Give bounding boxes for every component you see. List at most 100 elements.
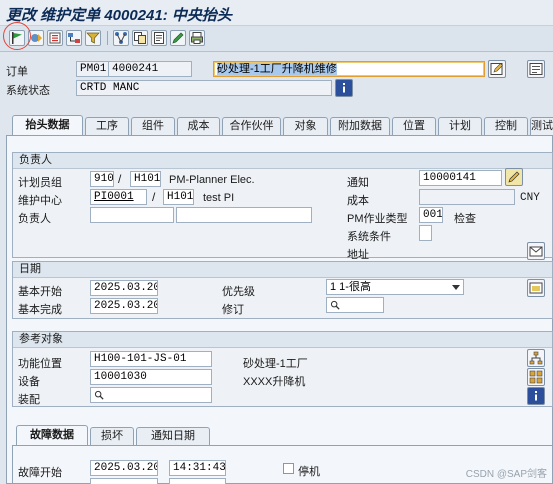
tab-damage[interactable]: 损坏 bbox=[90, 427, 134, 445]
order-label: 订单 bbox=[6, 66, 28, 78]
address-icon[interactable] bbox=[527, 242, 545, 260]
responsible-group-title: 负责人 bbox=[13, 153, 552, 169]
work-center-label: 维护中心 bbox=[18, 195, 62, 207]
tab-additional-data[interactable]: 附加数据 bbox=[330, 117, 390, 135]
cost-currency: CNY bbox=[520, 192, 540, 204]
info-icon[interactable] bbox=[335, 79, 353, 97]
search-icon bbox=[330, 300, 340, 310]
order-type-field[interactable]: PM01 bbox=[76, 61, 109, 77]
basic-finish-field[interactable]: 2025.03.20 bbox=[90, 298, 158, 314]
scheduling-icon[interactable] bbox=[527, 279, 545, 297]
edit-icon[interactable] bbox=[170, 30, 186, 46]
work-center-desc: test PI bbox=[203, 192, 235, 204]
activity-type-desc: 检查 bbox=[454, 213, 476, 225]
planner-group-code-field[interactable]: H101 bbox=[130, 171, 161, 187]
cost-label: 成本 bbox=[347, 195, 369, 207]
address-label: 地址 bbox=[347, 249, 369, 261]
basic-start-field[interactable]: 2025.03.20 bbox=[90, 280, 158, 296]
notification-label: 通知 bbox=[347, 177, 369, 189]
tab-test11[interactable]: 测试11 bbox=[530, 117, 553, 135]
tab-operations[interactable]: 工序 bbox=[85, 117, 129, 135]
structure-list-icon[interactable] bbox=[527, 368, 545, 386]
equipment-field[interactable]: 10001030 bbox=[90, 369, 212, 385]
print-icon[interactable] bbox=[189, 30, 205, 46]
assembly-label: 装配 bbox=[18, 394, 40, 406]
network-icon[interactable] bbox=[113, 30, 129, 46]
object-info-icon[interactable] bbox=[527, 387, 545, 405]
tab-objects[interactable]: 对象 bbox=[283, 117, 328, 135]
tab-malfunction-data[interactable]: 故障数据 bbox=[16, 425, 88, 445]
system-condition-label: 系统条件 bbox=[347, 231, 391, 243]
slash-separator: / bbox=[118, 172, 122, 186]
functional-location-label: 功能位置 bbox=[18, 358, 62, 370]
priority-label: 优先级 bbox=[222, 286, 255, 298]
copy-icon[interactable] bbox=[132, 30, 148, 46]
filter-icon[interactable] bbox=[85, 30, 101, 46]
cost-field[interactable] bbox=[419, 189, 515, 205]
search-icon bbox=[94, 390, 104, 400]
equipment-label: 设备 bbox=[18, 376, 40, 388]
hierarchy-icon[interactable] bbox=[527, 349, 545, 367]
person-responsible-label: 负责人 bbox=[18, 213, 51, 225]
planner-group-label: 计划员组 bbox=[18, 177, 62, 189]
watermark: CSDN @SAP剑客 bbox=[465, 469, 547, 480]
document-icon[interactable] bbox=[151, 30, 167, 46]
malfunction-end-date-field[interactable] bbox=[90, 478, 158, 484]
priority-dropdown[interactable]: 1 1-很高 bbox=[326, 279, 464, 295]
work-center-field[interactable]: PI0001 bbox=[90, 189, 147, 205]
structure-icon[interactable] bbox=[66, 30, 82, 46]
planner-group-plant-field[interactable]: 910 bbox=[90, 171, 114, 187]
order-text-value: 砂处理-1工厂升降机维修 bbox=[217, 63, 337, 75]
revision-field[interactable] bbox=[326, 297, 384, 313]
malfunction-tab-strip: 故障数据 损坏 通知日期 bbox=[16, 425, 216, 445]
activity-type-label: PM作业类型 bbox=[347, 213, 408, 225]
reference-object-group-title: 参考对象 bbox=[13, 332, 552, 348]
tab-notification-dates[interactable]: 通知日期 bbox=[136, 427, 210, 445]
malfunction-start-time-field[interactable]: 14:31:43 bbox=[169, 460, 226, 476]
revision-label: 修订 bbox=[222, 304, 244, 316]
tab-components[interactable]: 组件 bbox=[131, 117, 175, 135]
person-responsible-field[interactable] bbox=[90, 207, 174, 223]
detail-icon[interactable] bbox=[527, 60, 545, 78]
breakdown-checkbox[interactable] bbox=[283, 463, 294, 474]
responsible-group: 负责人 bbox=[12, 152, 553, 258]
tab-costs[interactable]: 成本 bbox=[177, 117, 220, 135]
order-number-field[interactable]: 4000241 bbox=[108, 61, 192, 77]
notification-field[interactable]: 10000141 bbox=[419, 170, 502, 186]
tab-partners[interactable]: 合作伙伴 bbox=[222, 117, 281, 135]
person-responsible-name-field[interactable] bbox=[176, 207, 312, 223]
status-label: 系统状态 bbox=[6, 85, 50, 97]
toolbar-separator bbox=[107, 31, 108, 45]
order-text-field[interactable]: 砂处理-1工厂升降机维修 bbox=[213, 61, 485, 77]
tab-location[interactable]: 位置 bbox=[392, 117, 436, 135]
work-center-plant-field[interactable]: H101 bbox=[163, 189, 194, 205]
system-condition-field[interactable] bbox=[419, 225, 432, 241]
malfunction-start-label: 故障开始 bbox=[18, 467, 62, 479]
main-tab-strip: 抬头数据 工序 组件 成本 合作伙伴 对象 附加数据 位置 计划 控制 测试11 bbox=[12, 115, 553, 135]
window-title: 更改 维护定单 4000241: 中央抬头 bbox=[6, 7, 232, 24]
highlight-circle bbox=[3, 22, 31, 50]
list-icon[interactable] bbox=[47, 30, 63, 46]
application-toolbar bbox=[0, 26, 553, 52]
title-bar: 更改 维护定单 4000241: 中央抬头 bbox=[0, 0, 553, 26]
long-text-icon[interactable] bbox=[488, 60, 506, 78]
functional-location-desc: 砂处理-1工厂 bbox=[243, 358, 308, 370]
tab-header-data[interactable]: 抬头数据 bbox=[12, 115, 83, 135]
chevron-down-icon bbox=[452, 285, 460, 290]
tab-control[interactable]: 控制 bbox=[484, 117, 528, 135]
planner-group-desc: PM-Planner Elec. bbox=[169, 174, 255, 186]
edit-notification-icon[interactable] bbox=[505, 168, 523, 186]
equipment-desc: XXXX升降机 bbox=[243, 376, 306, 388]
slash-separator: / bbox=[152, 190, 156, 204]
malfunction-end-time-field[interactable] bbox=[169, 478, 226, 484]
dates-group-title: 日期 bbox=[13, 262, 552, 278]
assembly-field[interactable] bbox=[90, 387, 212, 403]
basic-finish-label: 基本完成 bbox=[18, 304, 62, 316]
basic-start-label: 基本开始 bbox=[18, 286, 62, 298]
activity-type-field[interactable]: 001 bbox=[419, 207, 443, 223]
system-status-field[interactable]: CRTD MANC bbox=[76, 80, 332, 96]
functional-location-field[interactable]: H100-101-JS-01 bbox=[90, 351, 212, 367]
breakdown-label: 停机 bbox=[298, 466, 320, 478]
malfunction-start-date-field[interactable]: 2025.03.20 bbox=[90, 460, 158, 476]
tab-planning[interactable]: 计划 bbox=[438, 117, 482, 135]
